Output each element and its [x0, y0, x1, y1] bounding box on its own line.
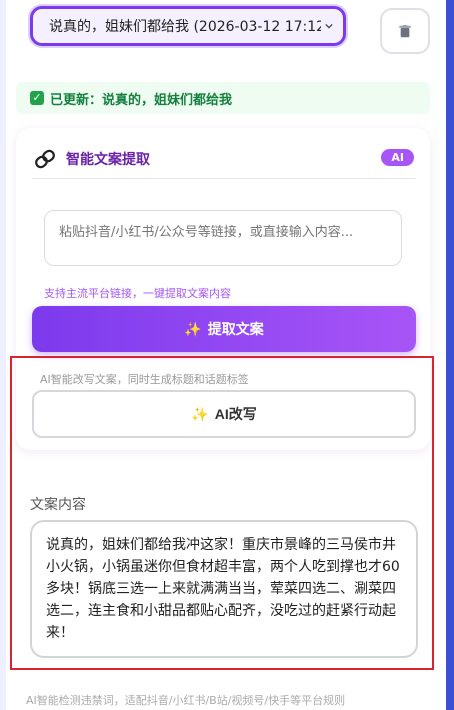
- card-divider: [32, 178, 416, 179]
- ai-rewrite-button[interactable]: ✨ AI改写: [32, 390, 416, 438]
- extract-hint: 支持主流平台链接，一键提取文案内容: [44, 287, 231, 300]
- sparkle-icon: ✨: [191, 405, 209, 422]
- extract-button[interactable]: ✨ 提取文案: [32, 306, 416, 352]
- chevron-down-icon: [325, 23, 333, 29]
- history-select[interactable]: 说真的，姐妹们都给我 (2026-03-12 17:12:25: [30, 6, 346, 46]
- sparkle-icon: ✨: [184, 320, 202, 337]
- left-edge: [0, 0, 6, 710]
- right-scroll-edge: [446, 0, 454, 710]
- content-textarea[interactable]: 说真的，姐妹们都给我冲这家！重庆市景峰的三马侯市井小火锅，小锅虽迷你但食材超丰富…: [30, 520, 418, 658]
- update-banner: ✓ 已更新：说真的，姐妹们都给我: [16, 82, 430, 114]
- footer-hint: AI智能检测违禁词，适配抖音/小红书/B站/视频号/快手等平台规则: [26, 694, 346, 707]
- extract-card-header: 智能文案提取 AI: [34, 144, 414, 174]
- trash-icon: [399, 24, 411, 37]
- delete-button[interactable]: [380, 8, 430, 54]
- history-select-value: 说真的，姐妹们都给我 (2026-03-12 17:12:25: [49, 19, 321, 35]
- rewrite-hint: AI智能改写文案，同时生成标题和话题标签: [40, 373, 249, 386]
- extract-button-label: 提取文案: [207, 321, 264, 337]
- link-input[interactable]: [44, 210, 402, 266]
- extract-card: 智能文案提取 AI 支持主流平台链接，一键提取文案内容 ✨ 提取文案 AI智能改…: [16, 128, 430, 450]
- update-banner-text: 已更新：说真的，姐妹们都给我: [50, 92, 233, 108]
- ai-rewrite-button-label: AI改写: [214, 406, 257, 422]
- check-icon: ✓: [30, 91, 44, 105]
- link-icon: [35, 149, 55, 169]
- extract-card-title: 智能文案提取: [66, 152, 150, 168]
- ai-badge: AI: [381, 149, 414, 166]
- content-label: 文案内容: [30, 497, 86, 513]
